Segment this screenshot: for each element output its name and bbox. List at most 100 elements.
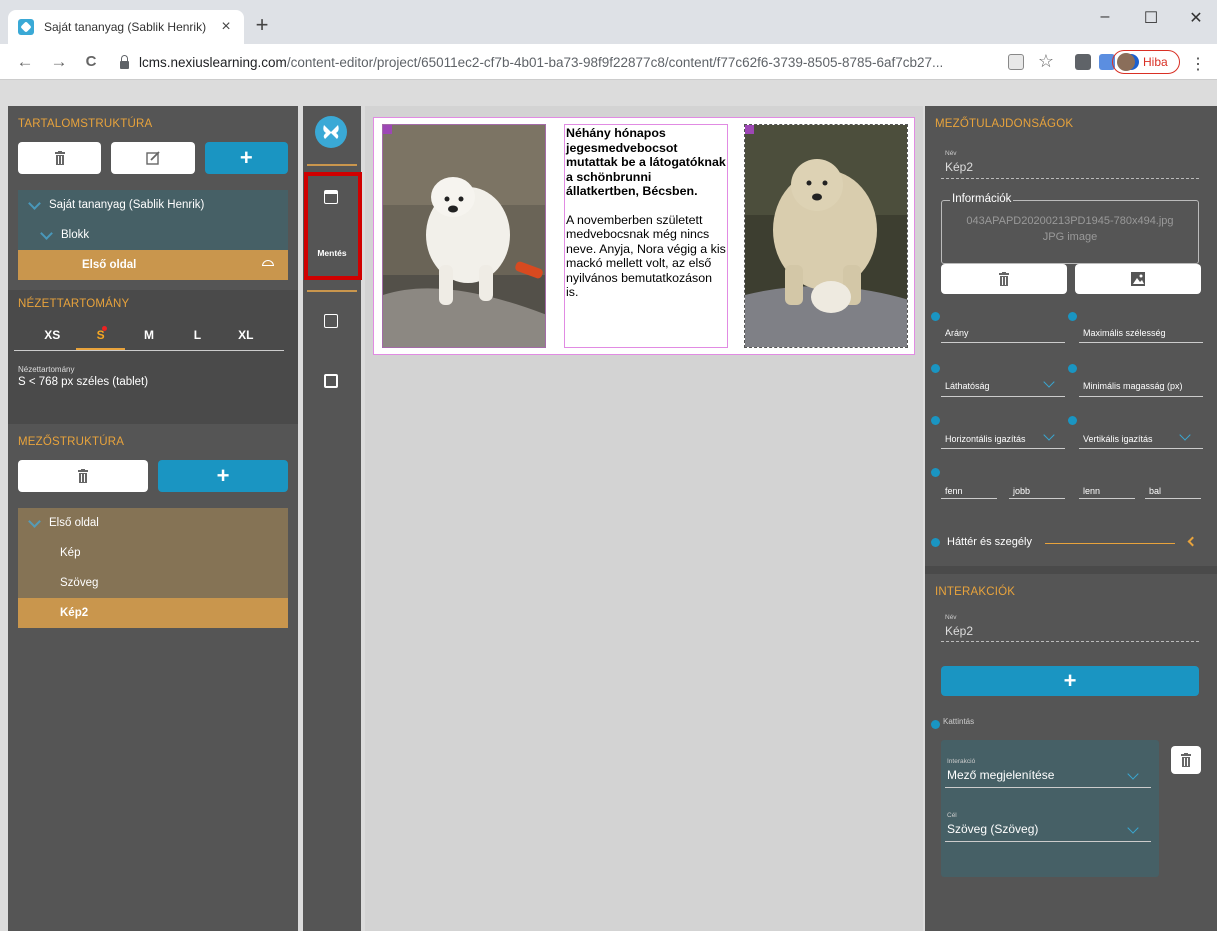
bg-border-line bbox=[1045, 543, 1175, 544]
add-field-button[interactable]: + bbox=[158, 460, 288, 492]
text-body: A novemberben született medvebocsnak még… bbox=[566, 212, 726, 300]
file-name: 043APAPD20200213PD1945-780x494.jpg bbox=[966, 215, 1174, 227]
eye-icon[interactable] bbox=[262, 260, 274, 266]
h-align-label: Horizontális igazítás bbox=[945, 434, 1026, 444]
target-select[interactable] bbox=[945, 841, 1151, 842]
h-align-select[interactable] bbox=[941, 448, 1065, 449]
bottom-input[interactable] bbox=[1079, 498, 1135, 499]
delete-image-button[interactable] bbox=[941, 264, 1067, 294]
interactions-name-input[interactable]: Kép2 bbox=[945, 624, 973, 638]
save-button[interactable]: Mentés bbox=[307, 248, 357, 258]
browser-menu-icon[interactable]: ⋮ bbox=[1190, 54, 1206, 74]
info-icon[interactable] bbox=[1068, 364, 1077, 373]
chevron-down-icon bbox=[1043, 376, 1055, 388]
info-icon[interactable] bbox=[931, 416, 940, 425]
replace-image-button[interactable] bbox=[1075, 264, 1201, 294]
breakpoint-tab-xl[interactable]: XL bbox=[222, 324, 270, 350]
new-tab-button[interactable]: + bbox=[252, 14, 272, 38]
info-icon[interactable] bbox=[931, 364, 940, 373]
favicon-icon bbox=[18, 19, 34, 35]
delete-content-button[interactable] bbox=[18, 142, 102, 174]
breakpoint-info-value: S < 768 px széles (tablet) bbox=[18, 376, 149, 388]
v-align-label: Vertikális igazítás bbox=[1083, 434, 1153, 444]
minimize-button[interactable]: – bbox=[1090, 8, 1120, 26]
url-field[interactable]: lcms.nexiuslearning.com/content-editor/p… bbox=[110, 50, 1000, 75]
close-window-button[interactable]: ✕ bbox=[1181, 8, 1211, 28]
maximize-button[interactable]: ☐ bbox=[1136, 8, 1166, 28]
image-field-kep[interactable] bbox=[382, 124, 546, 348]
ratio-input[interactable] bbox=[941, 342, 1065, 343]
delete-interaction-button[interactable] bbox=[1171, 746, 1201, 774]
breakpoint-tab-m[interactable]: M bbox=[125, 324, 173, 350]
visibility-select[interactable] bbox=[941, 396, 1065, 397]
nexius-logo bbox=[315, 116, 347, 148]
info-icon[interactable] bbox=[931, 468, 940, 477]
browser-tab[interactable]: Saját tananyag (Sablik Henrik) × bbox=[8, 10, 244, 44]
max-width-input[interactable] bbox=[1079, 342, 1203, 343]
tab-close-button[interactable]: × bbox=[218, 18, 234, 36]
chevron-down-icon bbox=[40, 226, 53, 240]
info-icon[interactable] bbox=[931, 720, 940, 729]
field-item-szoveg[interactable]: Szöveg bbox=[18, 568, 288, 598]
tree-item-block[interactable]: Blokk bbox=[18, 220, 288, 250]
tree-item-project[interactable]: Saját tananyag (Sablik Henrik) bbox=[18, 190, 288, 220]
tree-item-first-page[interactable]: Első oldal bbox=[18, 250, 288, 280]
chevron-left-icon[interactable] bbox=[1187, 536, 1198, 547]
breakpoint-tab-xs[interactable]: XS bbox=[28, 324, 76, 350]
toolbar-divider bbox=[307, 290, 357, 292]
bg-border-label[interactable]: Háttér és szegély bbox=[947, 536, 1032, 548]
delete-field-button[interactable] bbox=[18, 460, 148, 492]
min-height-input[interactable] bbox=[1079, 396, 1203, 397]
info-icon[interactable] bbox=[1068, 312, 1077, 321]
file-info-legend: Információk bbox=[950, 193, 1014, 205]
right-label: jobb bbox=[1013, 486, 1031, 496]
v-align-select[interactable] bbox=[1079, 448, 1203, 449]
field-item-kep[interactable]: Kép bbox=[18, 538, 288, 568]
interaction-select[interactable] bbox=[945, 787, 1151, 788]
insert-icon[interactable] bbox=[324, 314, 338, 328]
profile-button[interactable]: Hiba bbox=[1112, 50, 1180, 74]
polar-bear-cub-image bbox=[383, 125, 545, 347]
interaction-badge-icon bbox=[745, 125, 754, 134]
translate-icon[interactable] bbox=[1008, 54, 1024, 70]
bookmark-star-icon[interactable]: ☆ bbox=[1035, 49, 1057, 73]
save-icon[interactable] bbox=[324, 190, 338, 204]
toolbar-divider bbox=[307, 164, 357, 166]
visibility-label: Láthatóság bbox=[945, 381, 990, 391]
info-icon[interactable] bbox=[931, 538, 940, 547]
chevron-down-icon bbox=[1127, 822, 1139, 834]
target-label: Cél bbox=[947, 812, 957, 819]
back-button[interactable]: ← bbox=[14, 50, 36, 74]
right-input[interactable] bbox=[1009, 498, 1065, 499]
breakpoint-tab-l[interactable]: L bbox=[173, 324, 221, 350]
breakpoint-info-label: Nézettartomány bbox=[18, 365, 75, 374]
field-item-kep2[interactable]: Kép2 bbox=[18, 598, 288, 628]
breakpoint-tab-s[interactable]: S bbox=[76, 324, 125, 350]
interaction-select-value[interactable]: Mező megjelenítése bbox=[947, 768, 1054, 782]
target-select-value[interactable]: Szöveg (Szöveg) bbox=[947, 822, 1038, 836]
tree-item-label: Blokk bbox=[61, 229, 90, 241]
text-field-szoveg[interactable]: Néhány hónapos jegesmedvebocsot mutattak… bbox=[564, 124, 728, 348]
right-panel: MEZŐTULAJDONSÁGOK Név Kép2 Információk 0… bbox=[925, 106, 1217, 931]
left-input[interactable] bbox=[1145, 498, 1201, 499]
info-icon[interactable] bbox=[1068, 416, 1077, 425]
info-icon[interactable] bbox=[931, 312, 940, 321]
name-input[interactable]: Kép2 bbox=[945, 160, 973, 174]
frame-icon[interactable] bbox=[324, 374, 338, 388]
add-interaction-button[interactable]: + bbox=[941, 666, 1199, 696]
extension-icon[interactable] bbox=[1075, 54, 1091, 70]
edit-content-button[interactable] bbox=[111, 142, 195, 174]
content-structure-title: TARTALOMSTRUKTÚRA bbox=[18, 118, 153, 130]
add-content-button[interactable]: + bbox=[204, 142, 288, 174]
chevron-down-icon bbox=[1043, 429, 1055, 441]
interactions-name-label: Név bbox=[945, 614, 957, 621]
image-field-kep2[interactable] bbox=[744, 124, 908, 348]
profile-error-label: Hiba bbox=[1143, 55, 1168, 69]
field-tree-parent[interactable]: Első oldal bbox=[18, 508, 288, 538]
reload-button[interactable]: C bbox=[80, 50, 102, 74]
page-preview: Néhány hónapos jegesmedvebocsot mutattak… bbox=[373, 117, 915, 355]
chevron-down-icon bbox=[28, 514, 41, 528]
bottom-label: lenn bbox=[1083, 486, 1101, 496]
forward-button[interactable]: → bbox=[48, 50, 70, 74]
top-input[interactable] bbox=[941, 498, 997, 499]
